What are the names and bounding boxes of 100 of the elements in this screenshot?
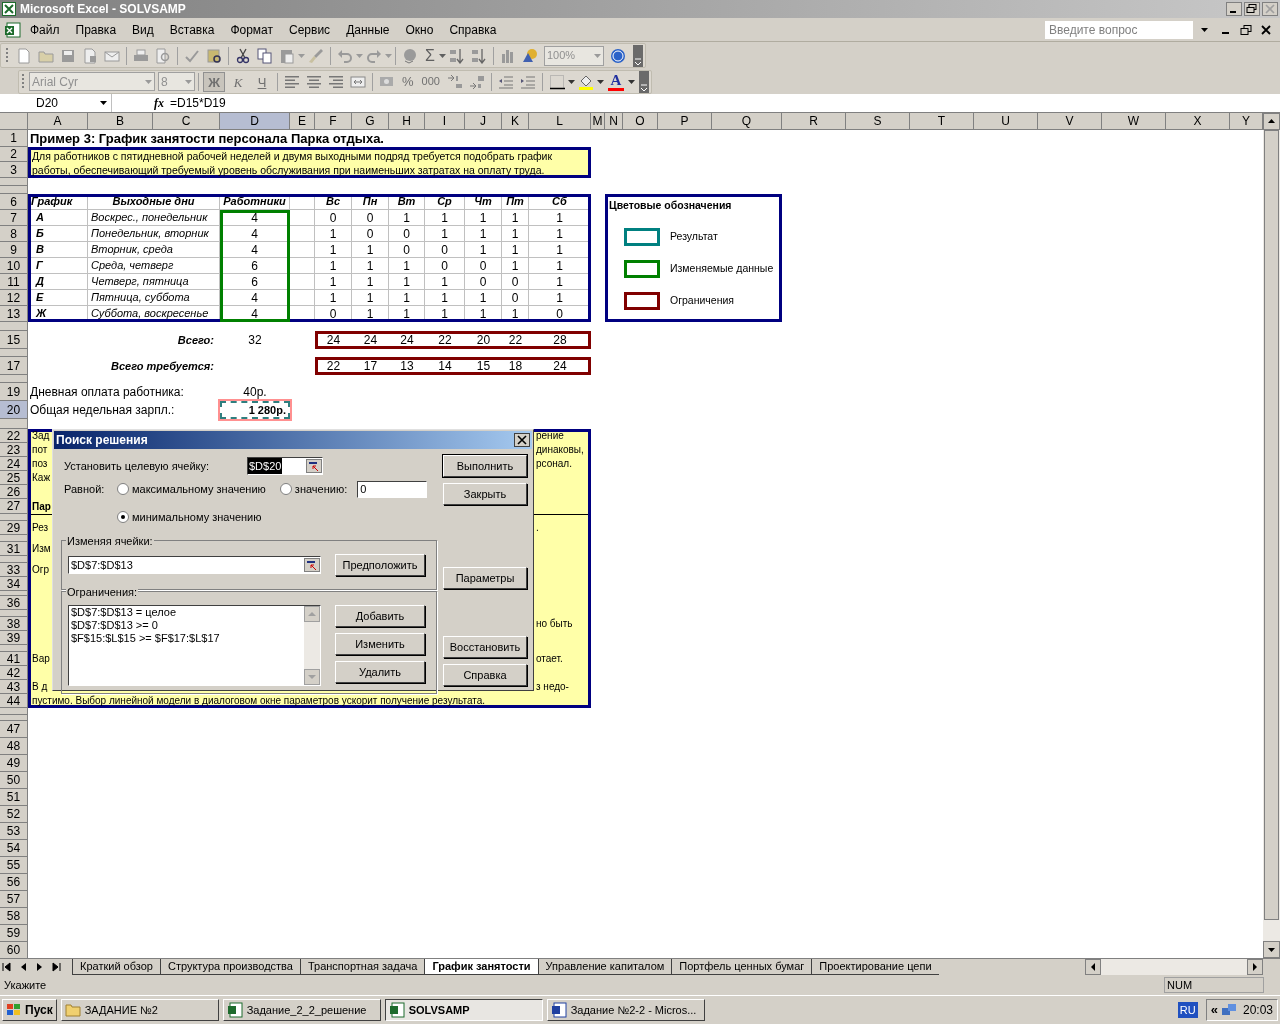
row-header[interactable] xyxy=(0,375,28,383)
scroll-up-icon[interactable] xyxy=(1263,113,1280,130)
constraints-list[interactable]: $D$7:$D$13 = целое $D$7:$D$13 >= 0 $F$15:$L$15 >= $F$17:$L$17 xyxy=(68,605,321,686)
column-header[interactable]: T xyxy=(910,113,974,130)
sheet-tab[interactable]: Портфель ценных бумаг xyxy=(671,959,812,975)
column-header[interactable]: V xyxy=(1038,113,1102,130)
row-header[interactable]: 60 xyxy=(0,942,28,958)
row-header[interactable]: 38 xyxy=(0,617,28,631)
brush-icon[interactable] xyxy=(308,47,324,64)
thousands-button[interactable]: 000 xyxy=(421,73,440,90)
scroll-thumb[interactable] xyxy=(1264,130,1279,920)
list-item[interactable]: $D$7:$D$13 = целое xyxy=(71,606,304,619)
dialog-button[interactable]: Восстановить xyxy=(443,636,527,658)
row-header[interactable] xyxy=(0,514,28,521)
list-item[interactable]: $D$7:$D$13 >= 0 xyxy=(71,619,304,632)
row-header[interactable]: 2 xyxy=(0,147,28,162)
column-header[interactable]: G xyxy=(352,113,389,130)
row-header[interactable]: 43 xyxy=(0,680,28,694)
row-header[interactable] xyxy=(0,419,28,429)
row-header[interactable] xyxy=(0,591,28,596)
sheet-tab[interactable]: График занятости xyxy=(424,959,538,975)
row-header[interactable]: 50 xyxy=(0,772,28,789)
restore-icon[interactable] xyxy=(1244,2,1260,16)
sheet-tab[interactable]: Управление капиталом xyxy=(537,959,672,975)
row-header[interactable]: 11 xyxy=(0,274,28,290)
column-header[interactable]: C xyxy=(153,113,220,130)
toolbar-grip-icon[interactable] xyxy=(5,46,9,65)
row-header[interactable] xyxy=(0,610,28,617)
minimize-icon[interactable] xyxy=(1226,2,1242,16)
row-header[interactable]: 42 xyxy=(0,666,28,680)
row-header[interactable]: 53 xyxy=(0,823,28,840)
menu-item[interactable]: Окно xyxy=(397,20,442,39)
row-header[interactable] xyxy=(0,322,28,331)
sort-descending-icon[interactable] xyxy=(470,47,487,64)
caret-icon[interactable] xyxy=(567,79,575,84)
select-all-button[interactable] xyxy=(0,113,28,130)
row-header[interactable]: 54 xyxy=(0,840,28,857)
align-right-icon[interactable] xyxy=(328,73,344,90)
menu-item[interactable]: Справка xyxy=(441,20,505,39)
row-header[interactable]: 47 xyxy=(0,721,28,738)
new-document-icon[interactable] xyxy=(16,47,32,64)
sheet-tab[interactable]: Проектирование цепи xyxy=(811,959,939,975)
dialog-button[interactable]: Добавить xyxy=(335,605,425,627)
menu-item[interactable]: Правка xyxy=(67,20,125,39)
align-center-icon[interactable] xyxy=(306,73,322,90)
row-header[interactable]: 58 xyxy=(0,908,28,925)
caret-icon[interactable] xyxy=(596,79,604,84)
row-header[interactable]: 31 xyxy=(0,542,28,556)
spreadsheet-icon[interactable] xyxy=(4,21,22,38)
dialog-button[interactable]: Удалить xyxy=(335,661,425,683)
row-header[interactable]: 27 xyxy=(0,499,28,514)
scroll-down-icon[interactable] xyxy=(1263,941,1280,958)
sort-ascending-icon[interactable] xyxy=(448,47,465,64)
clipboard-icon[interactable] xyxy=(279,47,295,64)
column-header[interactable]: N xyxy=(605,113,623,130)
row-header[interactable]: 55 xyxy=(0,857,28,874)
book-icon[interactable] xyxy=(206,47,222,64)
caret-icon[interactable] xyxy=(100,101,107,105)
taskbar-button[interactable]: SOLVSAMP xyxy=(384,999,543,1021)
column-header[interactable]: M xyxy=(591,113,605,130)
row-header[interactable] xyxy=(0,178,28,186)
radio-label[interactable]: минимальному значению xyxy=(132,508,262,526)
row-header[interactable]: 20 xyxy=(0,401,28,419)
row-header[interactable]: 22 xyxy=(0,429,28,443)
column-header[interactable]: U xyxy=(974,113,1038,130)
magnifier-document-icon[interactable] xyxy=(155,47,171,64)
toolbar-options-icon[interactable] xyxy=(638,70,649,93)
row-header[interactable]: 23 xyxy=(0,443,28,457)
column-header[interactable]: E xyxy=(290,113,315,130)
language-indicator[interactable]: RU xyxy=(1177,1001,1198,1019)
toolbar-options-icon[interactable] xyxy=(632,44,643,67)
radio-button[interactable] xyxy=(117,483,129,495)
column-header[interactable]: L xyxy=(529,113,591,130)
collapse-dialog-icon[interactable] xyxy=(306,459,322,473)
row-header[interactable]: 24 xyxy=(0,457,28,471)
collapse-dialog-icon[interactable] xyxy=(304,558,320,572)
column-header[interactable]: A xyxy=(28,113,88,130)
globe-icon[interactable] xyxy=(402,47,418,64)
row-header[interactable]: 56 xyxy=(0,874,28,891)
column-header[interactable]: S xyxy=(846,113,910,130)
row-header[interactable]: 6 xyxy=(0,194,28,210)
column-header[interactable]: I xyxy=(425,113,465,130)
row-header[interactable]: 25 xyxy=(0,471,28,485)
row-header[interactable]: 12 xyxy=(0,290,28,306)
font-color-button[interactable]: A xyxy=(606,71,625,92)
close-icon[interactable] xyxy=(514,433,530,447)
menu-item[interactable]: Вставка xyxy=(161,20,223,39)
row-header[interactable]: 13 xyxy=(0,306,28,322)
borders-icon[interactable] xyxy=(548,73,565,90)
row-header[interactable]: 19 xyxy=(0,383,28,401)
sheet-tab[interactable]: Транспортная задача xyxy=(299,959,425,975)
row-header[interactable]: 3 xyxy=(0,162,28,178)
copy-icon[interactable] xyxy=(257,47,273,64)
merge-cells-icon[interactable] xyxy=(350,73,366,90)
percent-button[interactable]: % xyxy=(402,71,414,92)
column-header[interactable]: Y xyxy=(1230,113,1263,130)
column-header[interactable]: J xyxy=(465,113,502,130)
column-header[interactable]: F xyxy=(315,113,352,130)
menu-item[interactable]: Сервис xyxy=(281,20,339,39)
radio-label[interactable]: максимальному значению xyxy=(132,480,266,498)
